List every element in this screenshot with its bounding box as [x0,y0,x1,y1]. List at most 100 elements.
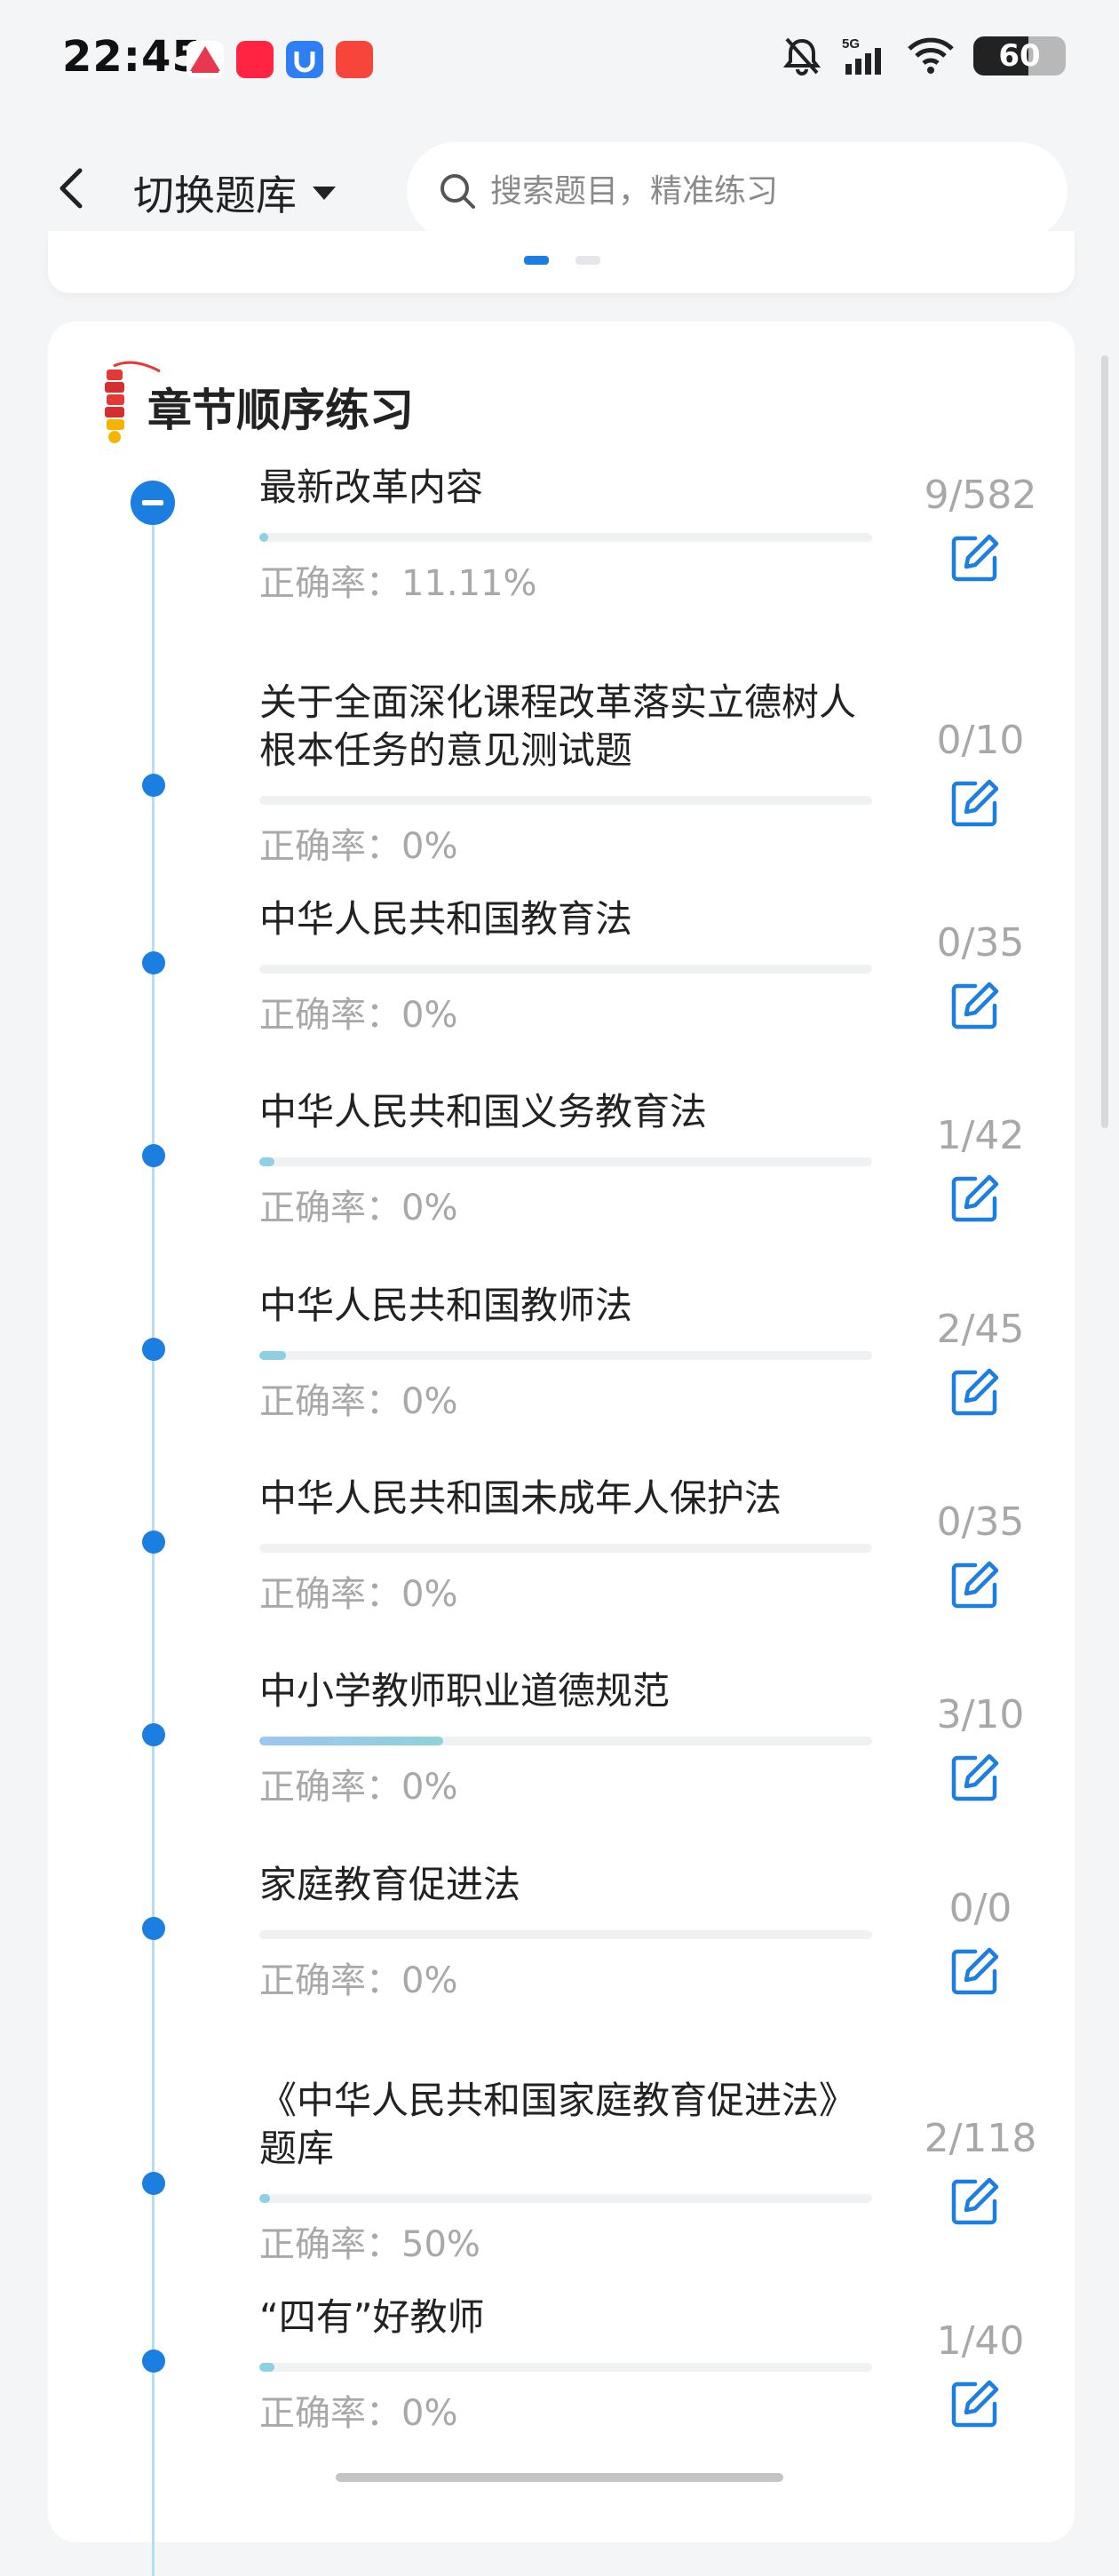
xiaohongshu-icon [236,41,274,78]
signal-5g-icon: 5G [842,36,881,75]
carousel-indicator[interactable] [575,256,600,265]
caret-down-icon [313,187,336,200]
practice-edit-button[interactable] [948,1944,1002,1998]
app-icon-4 [336,41,373,78]
practice-edit-button[interactable] [948,1365,1002,1419]
practice-edit-button[interactable] [948,2174,1002,2228]
question-count: 0/35 [936,920,1025,966]
battery-level: 60 [998,38,1041,74]
timeline-dot [142,951,165,974]
edit-icon [951,534,999,582]
progress-bar [259,1737,872,1745]
edit-icon [951,1753,999,1801]
accuracy-rate: 正确率：0% [259,1381,458,1422]
switch-question-bank-button[interactable]: 切换题库 [133,163,337,222]
progress-fill [259,1351,287,1360]
progress-bar [259,965,872,974]
progress-fill [259,533,269,542]
back-button[interactable] [43,160,99,217]
practice-edit-button[interactable] [948,2377,1002,2430]
chapter-title: 中华人民共和国教育法 [259,897,633,941]
progress-bar [259,1351,872,1360]
timeline-dot [142,2172,165,2195]
status-bar: 22:45 5G 60 [0,0,1119,124]
timeline-dot [142,1917,165,1940]
edit-icon [951,2177,999,2225]
edit-icon [951,2380,999,2428]
chapter-title: 《中华人民共和国家庭教育促进法》题库 [259,2079,857,2170]
svg-text:5G: 5G [842,36,860,52]
chevron-left-icon [60,168,83,209]
progress-bar [259,2194,872,2203]
edit-icon [951,1561,999,1609]
collapse-minus-icon[interactable] [131,481,175,525]
timeline-dot [142,2349,165,2373]
question-count: 2/118 [924,2116,1037,2161]
question-count: 0/0 [948,1886,1012,1931]
edit-icon [951,1174,999,1222]
chapter-title: 家庭教育促进法 [259,1863,521,1906]
edit-icon [951,779,999,827]
question-count: 2/45 [936,1307,1025,1352]
question-count: 3/10 [936,1692,1025,1737]
timeline-dot [142,1723,165,1746]
question-count: 0/10 [936,718,1025,763]
accuracy-rate: 正确率：0% [259,995,458,1036]
scrollbar[interactable] [1101,355,1108,1128]
accuracy-rate: 正确率：0% [259,1767,458,1808]
carousel-indicator-active[interactable] [524,256,549,265]
practice-edit-button[interactable] [948,1172,1002,1225]
progress-fill [259,2363,275,2372]
chapter-title: “四有”好教师 [259,2295,485,2339]
banner-card [48,231,1075,293]
timeline-dot [142,1144,165,1167]
question-count: 1/40 [936,2318,1025,2364]
app-icon-1 [186,41,224,78]
edit-icon [951,982,999,1030]
progress-fill [259,1737,443,1745]
chapter-practice-card: 章节顺序练习 最新改革内容正确率：11.11% 9/582 关于全面深化课程改革落实… [48,322,1075,2576]
practice-edit-button[interactable] [948,979,1002,1032]
home-indicator[interactable] [336,2473,783,2482]
timeline-dot [142,774,165,797]
progress-bar [259,1544,872,1553]
accuracy-rate: 正确率：0% [259,1960,458,2001]
accuracy-rate: 正确率：0% [259,1574,458,1615]
edit-icon [951,1947,999,1995]
progress-fill [259,2194,270,2203]
progress-bar [259,1157,872,1166]
chapter-title: 中华人民共和国教师法 [259,1284,633,1327]
battery-icon: 60 [973,36,1066,76]
search-input[interactable] [488,171,1025,211]
notification-app-icons [186,41,373,78]
timeline-dot [142,1338,165,1361]
question-count: 9/582 [924,473,1037,518]
progress-bar [259,1930,872,1939]
progress-bar [259,533,872,542]
accuracy-rate: 正确率：0% [259,826,458,867]
system-status-icons: 5G 60 [782,36,1066,76]
practice-edit-button[interactable] [948,531,1002,584]
mute-bell-icon [782,37,821,76]
practice-edit-button[interactable] [948,1558,1002,1611]
accuracy-rate: 正确率：50% [259,2224,480,2265]
chapter-title: 最新改革内容 [259,465,484,509]
chapter-title: 中华人民共和国未成年人保护法 [259,1476,782,1520]
progress-fill [259,1157,274,1166]
search-bar[interactable] [407,142,1067,240]
app-icon-3 [286,41,323,78]
accuracy-rate: 正确率：11.11% [259,563,537,604]
progress-bar [259,796,872,805]
practice-edit-button[interactable] [948,776,1002,830]
edit-icon [951,1368,999,1416]
question-count: 1/42 [936,1113,1025,1158]
search-icon [440,174,475,209]
practice-edit-button[interactable] [948,1751,1002,1804]
chapter-title: 中华人民共和国义务教育法 [259,1090,708,1133]
wifi-icon [908,37,954,74]
progress-bar [259,2363,872,2372]
section-title: 章节顺序练习 [147,385,414,436]
question-count: 0/35 [936,1499,1025,1545]
chapter-title: 关于全面深化课程改革落实立德树人根本任务的意见测试题 [259,680,857,772]
accuracy-rate: 正确率：0% [259,2393,458,2434]
